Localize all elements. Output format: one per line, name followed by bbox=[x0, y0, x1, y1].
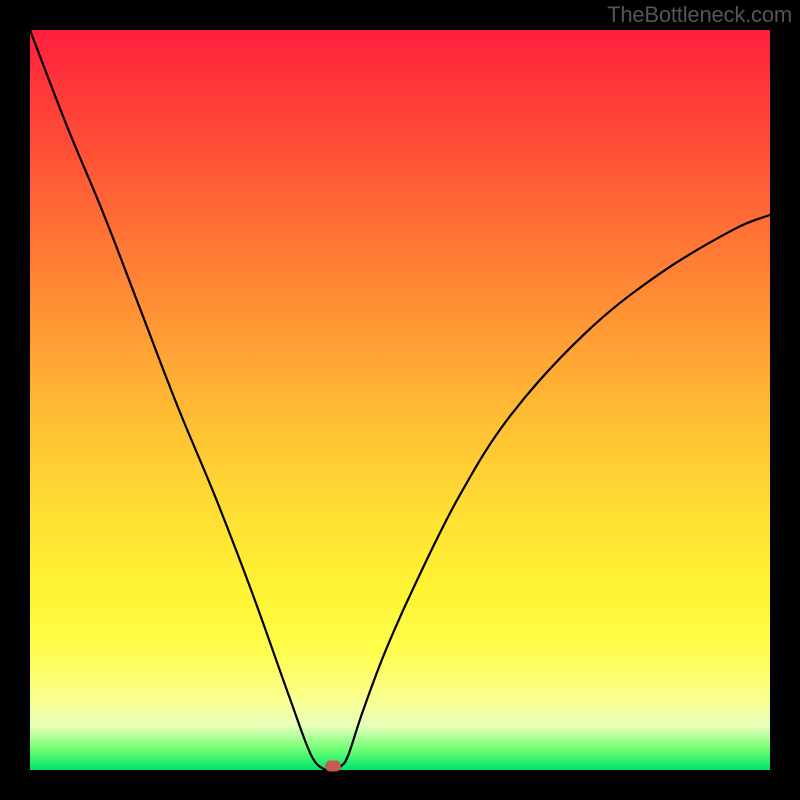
chart-frame: TheBottleneck.com bbox=[0, 0, 800, 800]
watermark-text: TheBottleneck.com bbox=[607, 2, 792, 28]
plot-area bbox=[30, 30, 770, 770]
optimal-point-marker bbox=[325, 761, 341, 772]
bottleneck-curve bbox=[30, 30, 770, 770]
curve-path bbox=[30, 30, 770, 770]
